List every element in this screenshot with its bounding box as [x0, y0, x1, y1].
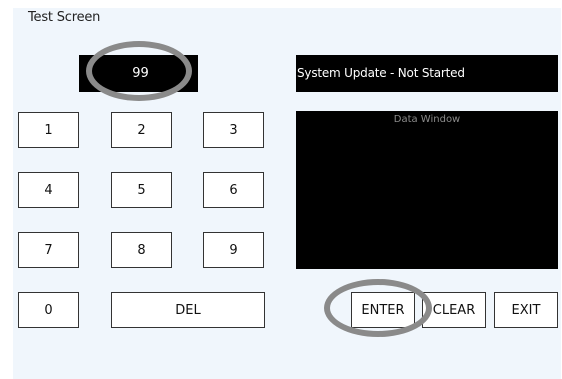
key-0-button[interactable]: 0: [18, 292, 79, 328]
key-9-button[interactable]: 9: [203, 232, 264, 268]
status-bar: System Update - Not Started: [296, 55, 558, 92]
key-3-button[interactable]: 3: [203, 112, 264, 148]
key-5-button[interactable]: 5: [111, 172, 172, 208]
clear-button[interactable]: CLEAR: [422, 292, 486, 328]
data-window: Data Window: [296, 111, 558, 269]
numeric-display: 99: [79, 55, 198, 92]
delete-button[interactable]: DEL: [111, 292, 265, 328]
key-6-button[interactable]: 6: [203, 172, 264, 208]
key-7-button[interactable]: 7: [18, 232, 79, 268]
key-2-button[interactable]: 2: [111, 112, 172, 148]
enter-button[interactable]: ENTER: [351, 292, 415, 328]
key-1-button[interactable]: 1: [18, 112, 79, 148]
data-window-caption: Data Window: [393, 114, 461, 125]
exit-button[interactable]: EXIT: [494, 292, 558, 328]
page-title: Test Screen: [28, 10, 101, 25]
key-4-button[interactable]: 4: [18, 172, 79, 208]
key-8-button[interactable]: 8: [111, 232, 172, 268]
